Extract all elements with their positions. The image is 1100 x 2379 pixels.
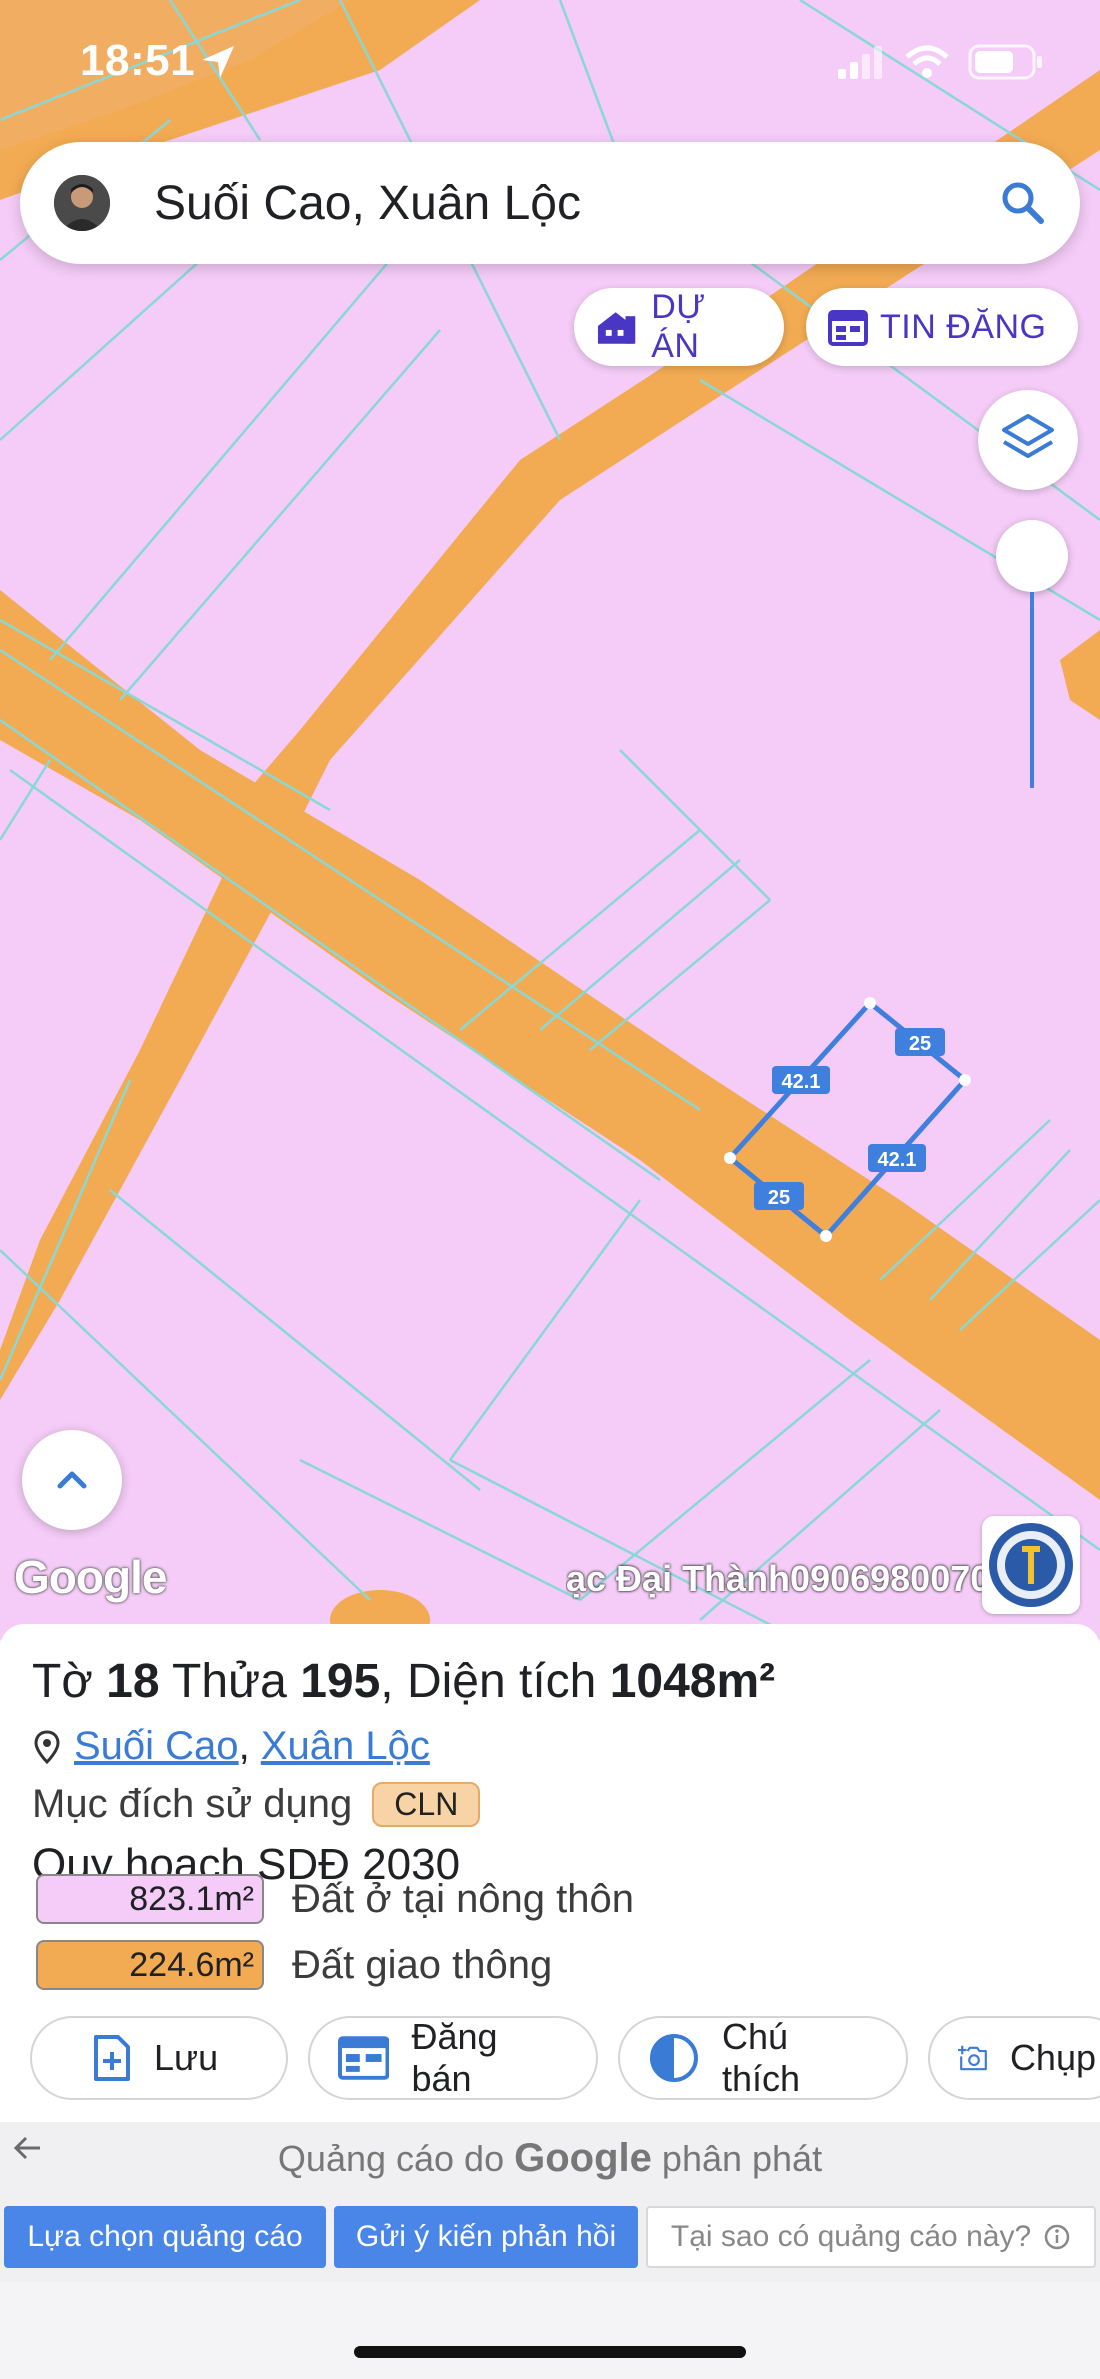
legend-label-residential: Đất ở tại nông thôn [292,1876,635,1921]
status-time: 18:51 [80,36,196,85]
legend-value-residential: 823.1m² [36,1874,264,1924]
wifi-icon [905,45,949,78]
chevron-up-icon [57,1471,87,1489]
status-bar: 18:51 [0,0,1100,120]
legend-value-traffic: 224.6m² [36,1940,264,1990]
signal-icon [838,46,882,79]
save-label: Lưu [154,2037,219,2078]
capture-button[interactable]: Chụp [928,2016,1100,2100]
legend-row-residential: 823.1m² Đất ở tại nông thôn [36,1874,634,1924]
calendar-icon [338,2036,390,2080]
map-view[interactable]: 25 42.1 42.1 25 18:51 Suối Cao, Xuân Lộc… [0,0,1100,1640]
search-bar[interactable]: Suối Cao, Xuân Lộc [20,142,1080,264]
ad-text-after: phân phát [661,2138,823,2179]
camera-add-icon [958,2045,987,2071]
sheet-number: 18 [106,1655,160,1708]
map-watermark: ạc Đại Thành0906980070 [566,1558,986,1599]
du-an-label: DỰ ÁN [651,288,706,365]
ad-feedback-button[interactable]: Gửi ý kiến phản hồi [334,2206,638,2268]
ad-why-label: Tại sao có quảng cáo này? [670,2220,1032,2253]
google-logo: Google [14,1551,167,1603]
app-screen: 25 42.1 42.1 25 18:51 Suối Cao, Xuân Lộc… [0,0,1100,2379]
edge-label-top-right: 25 [909,1033,931,1055]
location-pin-icon [34,1729,60,1764]
location-arrow-icon [202,46,234,78]
plot-number: 195 [300,1655,381,1708]
land-use-purpose: Mục đích sử dụng CLN [32,1782,481,1827]
legend-button[interactable]: Chú thích [618,2016,908,2100]
post-sale-label: Đăng bán [411,2016,498,2099]
capture-label: Chụp [1009,2037,1096,2078]
location-separator: , [238,1724,250,1768]
dai-thanh-logo-icon [989,1523,1073,1607]
brand-logo[interactable] [982,1516,1080,1614]
search-input[interactable]: Suối Cao, Xuân Lộc [154,176,581,231]
ad-why-button[interactable]: Tại sao có quảng cáo này? [646,2206,1096,2268]
layers-icon [1002,414,1054,458]
tin-dang-label: TIN ĐĂNG [880,307,1047,346]
plot-label: Thửa [172,1655,287,1708]
sheet-label: Tờ [32,1655,93,1708]
opacity-slider-handle[interactable] [996,520,1068,592]
building-icon [597,312,636,344]
expand-panel-button[interactable] [22,1430,122,1530]
edge-label-top-left: 42.1 [782,1071,821,1093]
contrast-icon [649,2034,698,2082]
purpose-code-badge: CLN [372,1782,481,1827]
avatar[interactable] [54,175,110,231]
ad-text-before: Quảng cáo do [277,2138,505,2179]
battery-icon [968,44,1042,80]
tin-dang-button[interactable]: TIN ĐĂNG [806,288,1078,366]
opacity-slider-track[interactable] [1030,592,1034,788]
area-value: 1048m² [609,1655,776,1708]
layers-button[interactable] [978,390,1078,490]
du-an-button[interactable]: DỰ ÁN [574,288,784,366]
ad-attribution: Quảng cáo do Google phân phát [0,2136,1100,2181]
info-icon [1044,2224,1070,2250]
file-add-icon [94,2035,130,2081]
post-sale-button[interactable]: Đăng bán [308,2016,598,2100]
purpose-label: Mục đích sử dụng [32,1782,353,1826]
edge-label-right: 42.1 [878,1149,917,1171]
home-indicator[interactable] [354,2346,746,2358]
ad-banner: Quảng cáo do Google phân phát Lựa chọn q… [0,2122,1100,2282]
legend-label: Chú thích [721,2016,801,2099]
ad-choices-button[interactable]: Lựa chọn quảng cáo [4,2206,326,2268]
ad-brand: Google [514,2136,652,2180]
status-icons [836,44,1044,80]
save-button[interactable]: Lưu [30,2016,288,2100]
search-icon[interactable] [996,176,1050,230]
action-bar: Lưu Đăng bán Chú thích Chụp [30,2016,1100,2102]
calendar-icon [828,310,868,346]
legend-row-traffic: 224.6m² Đất giao thông [36,1940,552,1990]
district-link[interactable]: Xuân Lộc [261,1724,430,1768]
parcel-title: Tờ 18 Thửa 195, Diện tích 1048m² [32,1654,775,1709]
legend-label-traffic: Đất giao thông [292,1942,553,1987]
area-label: , Diện tích [380,1655,597,1708]
edge-label-bottom: 25 [768,1187,790,1209]
parcel-location: Suối Cao, Xuân Lộc [32,1724,430,1769]
commune-link[interactable]: Suối Cao [74,1724,239,1768]
